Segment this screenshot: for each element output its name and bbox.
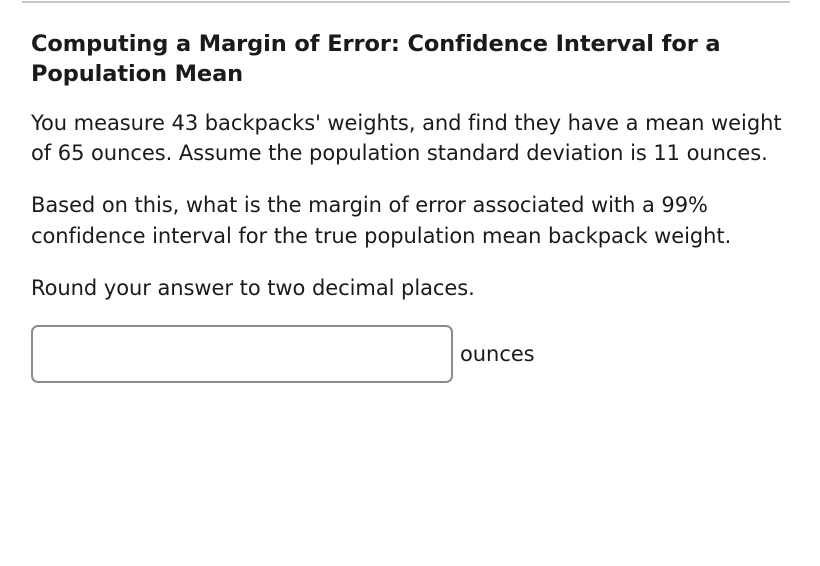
page-title: Computing a Margin of Error: Confidence … [31,31,721,87]
answer-input[interactable] [31,325,453,384]
answer-unit-label: ounces [460,341,535,366]
question-paragraph-given-data: You measure 43 backpacks' weights, and f… [31,110,782,166]
top-divider [22,1,790,3]
question-paragraph-rounding-instruction: Round your answer to two decimal places. [31,275,475,300]
answer-row: ounces [31,325,791,384]
question-content: Computing a Margin of Error: Confidence … [31,30,791,384]
question-paragraph-prompt: Based on this, what is the margin of err… [31,193,732,248]
